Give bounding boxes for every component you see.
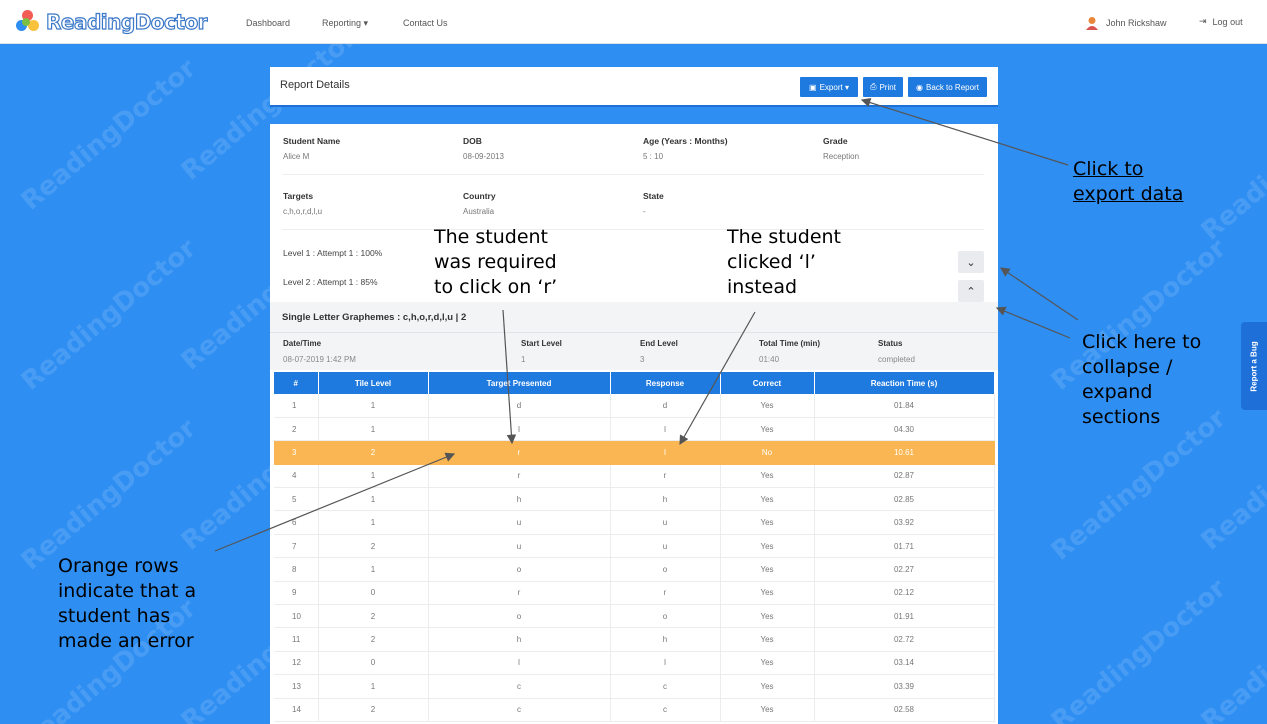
annotation-line: Click to [1073,158,1144,180]
annotation-line: export data [1073,183,1184,205]
annotation-line: made an error [58,630,194,652]
annotation-line: instead [727,276,798,298]
annotation-line: to click on ‘r’ [434,276,558,298]
annotation-line: student has [58,605,171,627]
annotation-line: collapse / [1082,356,1173,378]
annotation-required: The student was required to click on ‘r’ [434,225,557,300]
annotation-line: The student [434,226,549,248]
report-bug-button[interactable]: Report a Bug [1241,322,1267,410]
annotation-line: indicate that a [58,580,197,602]
annotation-orange-rows: Orange rows indicate that a student has … [58,554,196,654]
arrow-to-expand [1000,267,1079,321]
annotation-collapse: Click here to collapse / expand sections [1082,330,1201,430]
annotation-line: sections [1082,406,1161,428]
annotation-line: Click here to [1082,331,1202,353]
annotation-export: Click to export data [1073,157,1183,207]
annotation-line: Orange rows [58,555,179,577]
annotation-line: The student [727,226,842,248]
arrow-to-orange-row [214,452,456,552]
arrow-to-target [502,309,517,445]
report-bug-label: Report a Bug [1249,340,1259,392]
arrow-to-collapse [995,306,1071,339]
arrow-to-response [679,311,756,446]
annotation-line: was required [434,251,557,273]
annotation-line: expand [1082,381,1153,403]
annotation-line: clicked ‘l’ [727,251,816,273]
annotation-clicked: The student clicked ‘l’ instead [727,225,841,300]
arrow-to-export [860,97,1069,166]
